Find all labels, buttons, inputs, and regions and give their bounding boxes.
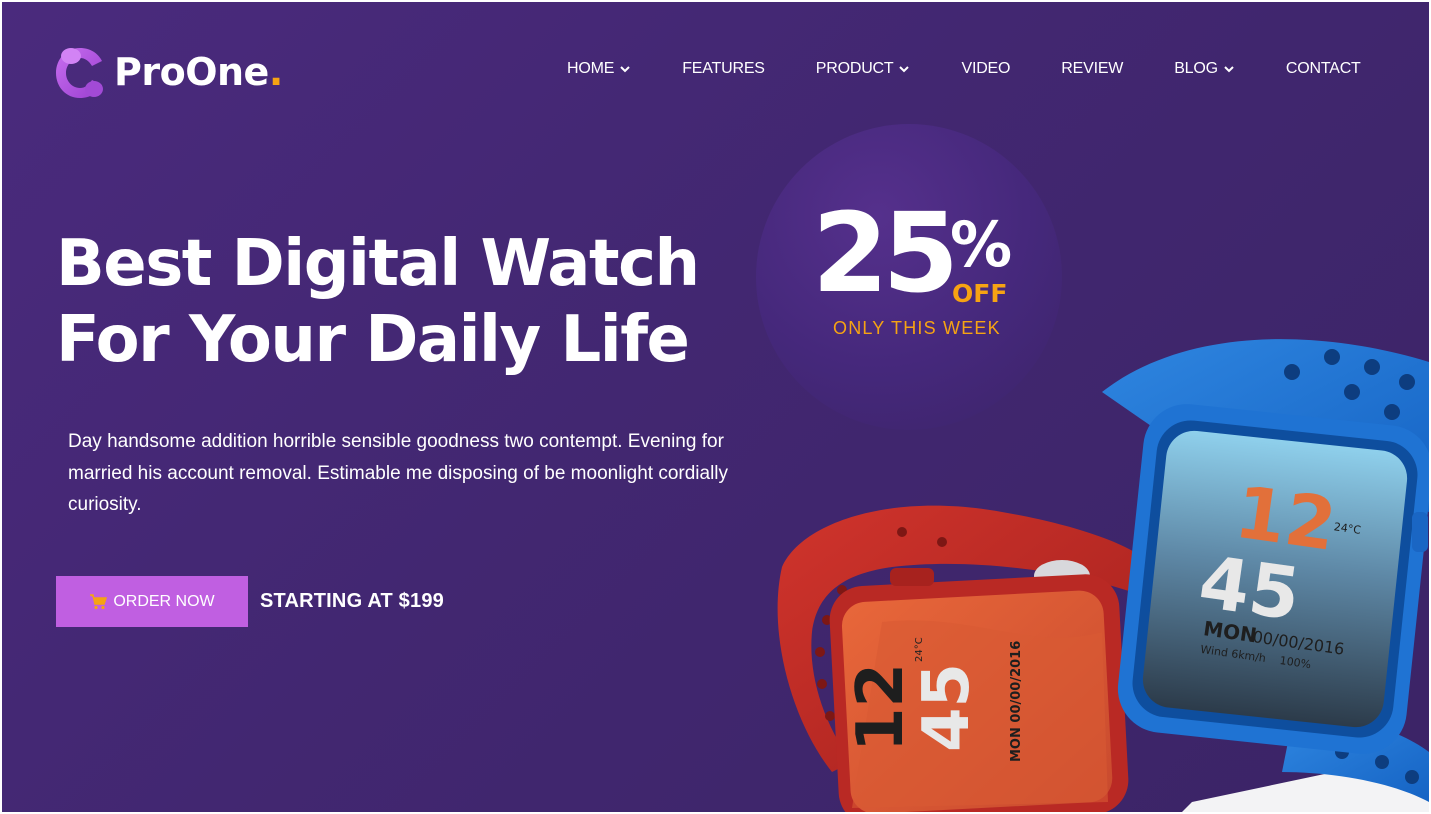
main-nav: HOME FEATURES PRODUCT VIDEO REVIEW BLOG …	[567, 60, 1361, 78]
nav-item-review[interactable]: REVIEW	[1061, 60, 1123, 78]
order-now-label: ORDER NOW	[113, 592, 215, 610]
chevron-down-icon	[620, 66, 630, 73]
logo-mark-icon	[54, 44, 106, 100]
blue-watch: 12 45 MON 00/00/2016 Wind 6km/h 100% 24°…	[1102, 339, 1429, 802]
brand-logo[interactable]: ProOne.	[54, 44, 283, 100]
nav-item-product[interactable]: PRODUCT	[816, 60, 911, 78]
page-title: Best Digital Watch For Your Daily Life	[56, 226, 700, 378]
chevron-down-icon	[899, 66, 910, 73]
red-watch: 12 45 MON 00/00/2016 24°C	[777, 505, 1142, 812]
headline-line-2: For Your Daily Life	[56, 303, 690, 377]
nav-label: HOME	[567, 60, 615, 77]
nav-label: PRODUCT	[815, 60, 894, 77]
nav-label: REVIEW	[1061, 60, 1124, 77]
nav-label: CONTACT	[1285, 60, 1361, 77]
nav-item-features[interactable]: FEATURES	[682, 60, 765, 78]
order-now-button[interactable]: ORDER NOW	[56, 576, 248, 627]
nav-item-home[interactable]: HOME	[567, 60, 631, 78]
red-hour: 12	[844, 663, 918, 752]
brand-name: ProOne.	[114, 50, 283, 94]
hero-section: ProOne. HOME FEATURES PRODUCT VIDEO REVI…	[2, 2, 1429, 812]
cart-icon	[90, 593, 108, 609]
brand-dot: .	[268, 50, 283, 94]
discount-amount: 25	[812, 189, 959, 317]
brand-name-text: ProOne	[114, 50, 269, 94]
headline-line-1: Best Digital Watch	[56, 227, 700, 301]
nav-item-contact[interactable]: CONTACT	[1286, 60, 1361, 78]
discount-percent: %	[950, 208, 1013, 281]
nav-label: FEATURES	[682, 60, 765, 77]
watches-illustration: 12 45 MON 00/00/2016 24°C 12 45 MON 00/0…	[777, 339, 1429, 812]
nav-label: VIDEO	[961, 60, 1011, 77]
hero-description: Day handsome addition horrible sensible …	[68, 431, 729, 515]
red-minute: 45	[910, 663, 984, 752]
nav-item-video[interactable]: VIDEO	[961, 60, 1010, 78]
starting-price: STARTING AT $199	[260, 590, 444, 612]
red-date: MON 00/00/2016	[1009, 641, 1024, 762]
chevron-down-icon	[1224, 66, 1234, 73]
red-temp: 24°C	[914, 637, 925, 662]
discount-off-label: OFF	[952, 279, 1008, 308]
nav-label: BLOG	[1174, 60, 1218, 77]
nav-item-blog[interactable]: BLOG	[1174, 60, 1235, 78]
